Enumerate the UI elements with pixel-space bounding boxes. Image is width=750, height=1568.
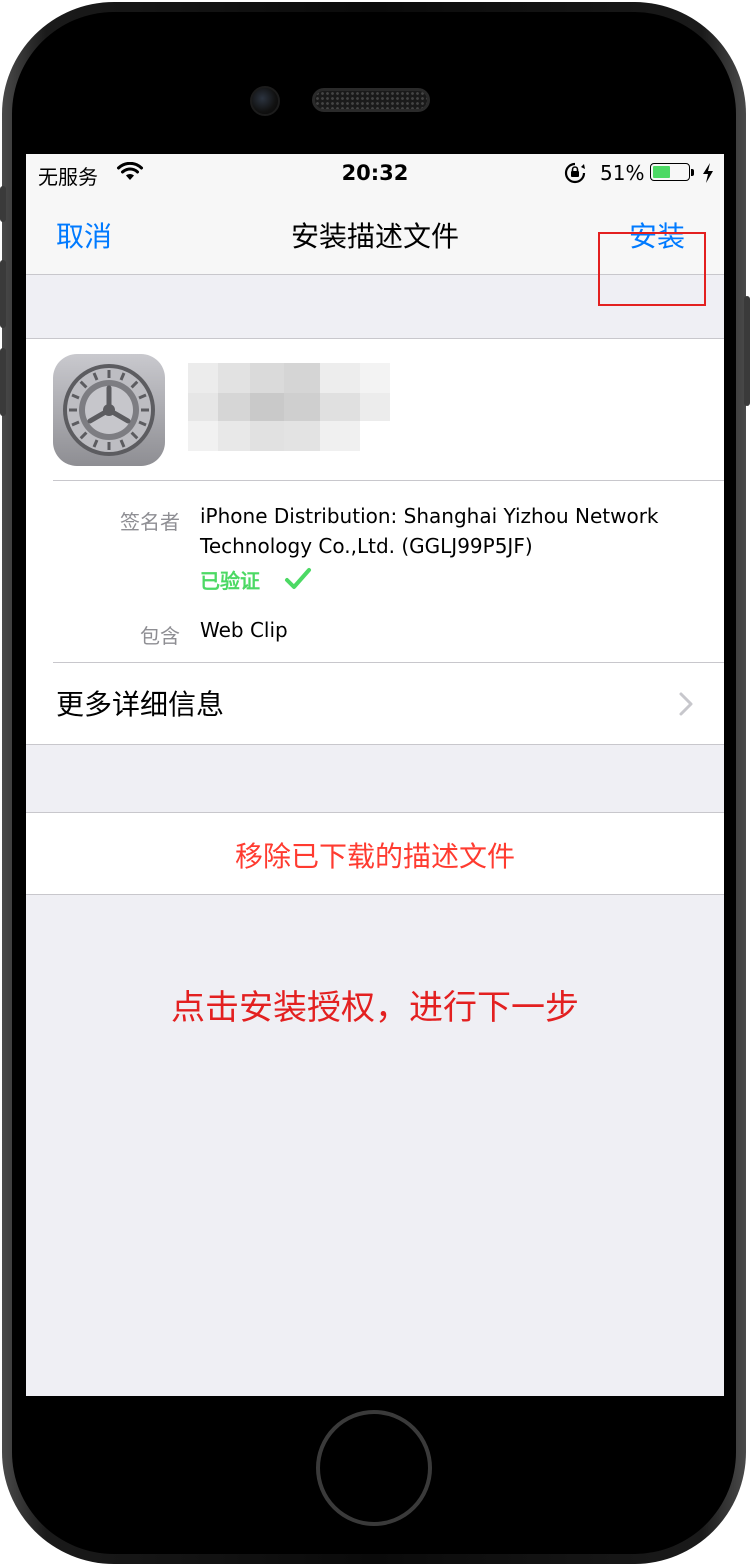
navigation-bar: 取消 安装描述文件 安装 [26, 194, 724, 306]
checkmark-icon [284, 567, 312, 595]
profile-card: 签名者 iPhone Distribution: Shanghai Yizhou… [26, 338, 724, 745]
profile-name-blurred [188, 363, 390, 451]
contains-value: Web Clip [200, 618, 288, 642]
battery-icon [650, 163, 690, 181]
power-button [744, 296, 750, 406]
remove-profile-button[interactable]: 移除已下载的描述文件 [26, 812, 724, 895]
battery-percent: 51% [600, 161, 645, 185]
volume-down-button [0, 348, 6, 416]
install-highlight-box [598, 232, 706, 306]
signer-value: iPhone Distribution: Shanghai Yizhou Net… [200, 501, 659, 561]
rotation-lock-icon [563, 162, 587, 189]
mute-switch [0, 186, 6, 222]
volume-up-button [0, 260, 6, 328]
settings-gear-icon [53, 354, 165, 466]
signer-value-line2: Technology Co.,Ltd. (GGLJ99P5JF) [200, 534, 533, 558]
signer-label: 签名者 [120, 510, 180, 534]
front-camera [250, 86, 280, 116]
battery-level-fill [653, 166, 670, 178]
contains-label: 包含 [140, 624, 180, 648]
screen: 无服务 20:32 51% 取消 安装描述文件 安装 签名者 iPhone Di… [26, 154, 724, 1396]
home-button[interactable] [316, 1410, 432, 1526]
instruction-annotation: 点击安装授权，进行下一步 [171, 988, 579, 1028]
section-divider [53, 480, 724, 481]
charging-bolt-icon [702, 162, 714, 189]
verified-label: 已验证 [200, 569, 260, 593]
chevron-right-icon [678, 691, 694, 721]
remove-profile-label: 移除已下载的描述文件 [234, 840, 515, 873]
status-bar: 无服务 20:32 51% [26, 154, 724, 194]
signer-value-line1: iPhone Distribution: Shanghai Yizhou Net… [200, 504, 659, 528]
more-details-label: 更多详细信息 [56, 688, 225, 721]
earpiece-speaker [312, 88, 430, 112]
battery-cap [691, 169, 694, 176]
